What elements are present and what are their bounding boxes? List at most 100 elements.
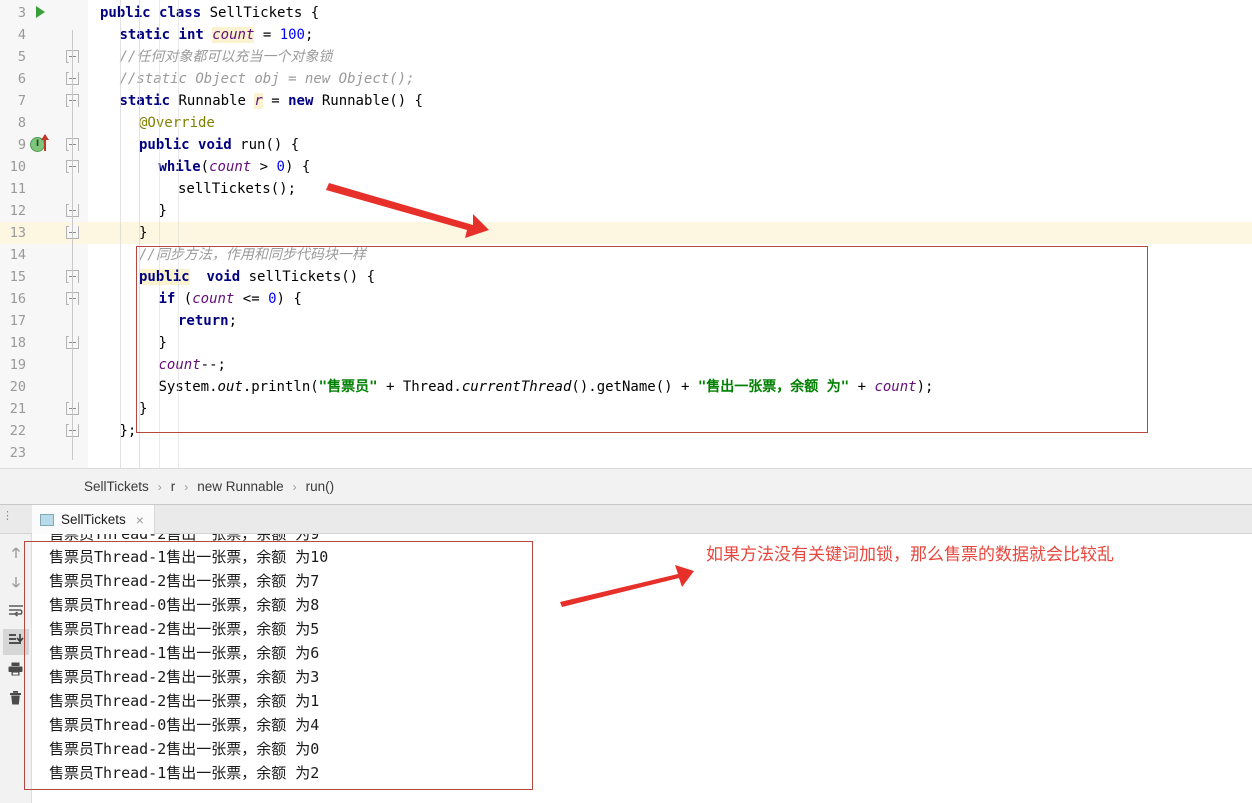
close-icon[interactable]: × [136,512,144,528]
line-number: 19 [9,357,26,373]
breadcrumb-item[interactable]: r [169,479,178,494]
code-token: count [874,379,917,395]
console-tab-selltickets[interactable]: SellTickets × [32,505,155,534]
code-line[interactable]: static Runnable r = new Runnable() { [88,90,1252,112]
code-line[interactable]: } [88,222,1252,244]
code-token: void [198,137,232,153]
code-token: } [158,203,167,219]
code-token: } [139,225,148,241]
breadcrumb-separator-icon: › [157,479,162,494]
code-line[interactable]: } [88,332,1252,354]
indent-guide [139,0,140,468]
console-line: 售票员Thread-2售出一张票，余额 为3 [49,668,320,686]
soft-wrap-button[interactable] [3,600,29,626]
code-token: = [262,93,289,109]
fold-connector-line [72,30,73,460]
code-token: }; [119,423,137,439]
code-line[interactable]: public void sellTickets() { [88,266,1252,288]
code-line[interactable]: System.out.println("售票员" + Thread.curren… [88,376,1252,398]
code-line[interactable]: static int count = 100; [88,24,1252,46]
code-token: class [159,5,202,21]
scroll-to-end-button[interactable] [2,629,29,655]
arrow-down-icon [8,574,24,595]
code-token: 0 [276,159,285,175]
code-token: ; [305,27,314,43]
code-token: sellTickets() { [240,269,376,285]
line-number: 15 [9,269,26,285]
code-token: 0 [268,291,277,307]
code-token: --; [200,357,226,373]
line-number: 16 [9,291,26,307]
code-line[interactable]: //static Object obj = new Object(); [88,68,1252,90]
code-line[interactable]: while(count > 0) { [88,156,1252,178]
line-number: 23 [9,445,26,461]
console-toolbar[interactable] [0,534,32,803]
breadcrumb-item[interactable]: SellTickets [82,479,151,494]
console-line: 售票员Thread-2售出一张票，余额 为5 [49,620,320,638]
breadcrumb[interactable]: SellTickets › r › new Runnable › run() [0,468,1252,504]
line-number: 4 [17,27,26,43]
code-token: } [158,335,167,351]
code-token: count [212,27,255,43]
breadcrumb-item[interactable]: new Runnable [195,479,285,494]
console-line: 售票员Thread-2售出一张票，余额 为1 [49,692,320,710]
code-line[interactable]: } [88,398,1252,420]
line-number: 7 [17,93,26,109]
scroll-up-button[interactable] [3,542,29,568]
soft-wrap-icon [7,603,25,624]
code-line[interactable]: } [88,200,1252,222]
tab-overflow-dots: ⋮ [2,510,13,522]
code-area[interactable]: public class SellTickets {static int cou… [88,0,1252,468]
code-token: "售票员" [318,379,378,395]
code-token: + Thread. [377,379,462,395]
code-line[interactable]: public class SellTickets { [88,2,1252,24]
annotation-text: 如果方法没有关键词加锁，那么售票的数据就会比较乱 [706,545,1114,565]
code-token: } [139,401,148,417]
code-token: while [158,159,201,175]
code-line[interactable]: }; [88,420,1252,442]
code-token: currentThread [461,379,572,395]
code-token: @Override [139,115,215,131]
code-token: run() { [231,137,300,153]
code-token: ().getName() + [571,379,698,395]
run-arrow-icon[interactable] [36,6,45,18]
code-token: SellTickets { [201,5,320,21]
code-line[interactable] [88,442,1252,464]
clear-all-button[interactable] [3,687,29,713]
code-token: //static Object obj = new Object(); [119,71,415,87]
line-number: 6 [17,71,26,87]
console-tab-bar[interactable]: ⋮ SellTickets × [0,505,1252,534]
code-token: + [849,379,875,395]
code-token: void [206,269,241,285]
breadcrumb-separator-icon: › [292,479,297,494]
code-token: ) { [276,291,302,307]
fold-column[interactable] [60,0,86,468]
print-button[interactable] [3,658,29,684]
console-tab-label: SellTickets [61,512,126,527]
line-number: 20 [9,379,26,395]
override-up-arrow-icon[interactable] [41,134,49,151]
breadcrumb-item[interactable]: run() [304,479,337,494]
line-number: 11 [9,181,26,197]
line-number: 5 [17,49,26,65]
code-token: r [254,93,263,109]
code-line[interactable]: sellTickets(); [88,178,1252,200]
code-line[interactable]: count--; [88,354,1252,376]
console-tab-icon [40,513,54,526]
scroll-down-button[interactable] [3,571,29,597]
code-line[interactable]: if (count <= 0) { [88,288,1252,310]
code-editor[interactable]: 3 4 5 6 7 8 9 I 10 11 12 13 14 15 16 17 18 19 20 21 22 23 pub… [0,0,1252,468]
console-output[interactable]: 售票员Thread-2售出一张票，余额 为9 售票员Thread-1售出一张票，余… [33,534,1252,802]
code-token: sellTickets(); [178,181,297,197]
line-number: 12 [9,203,26,219]
console-line: 售票员Thread-1售出一张票，余额 为6 [49,644,320,662]
code-token: 100 [279,27,305,43]
console-line: 售票员Thread-0售出一张票，余额 为8 [49,596,320,614]
line-number: 8 [17,115,26,131]
code-line[interactable]: @Override [88,112,1252,134]
code-line[interactable]: return; [88,310,1252,332]
code-line[interactable]: //任何对象都可以充当一个对象锁 [88,46,1252,68]
code-line[interactable]: public void run() { [88,134,1252,156]
code-line[interactable]: //同步方法，作用和同步代码块一样 [88,244,1252,266]
